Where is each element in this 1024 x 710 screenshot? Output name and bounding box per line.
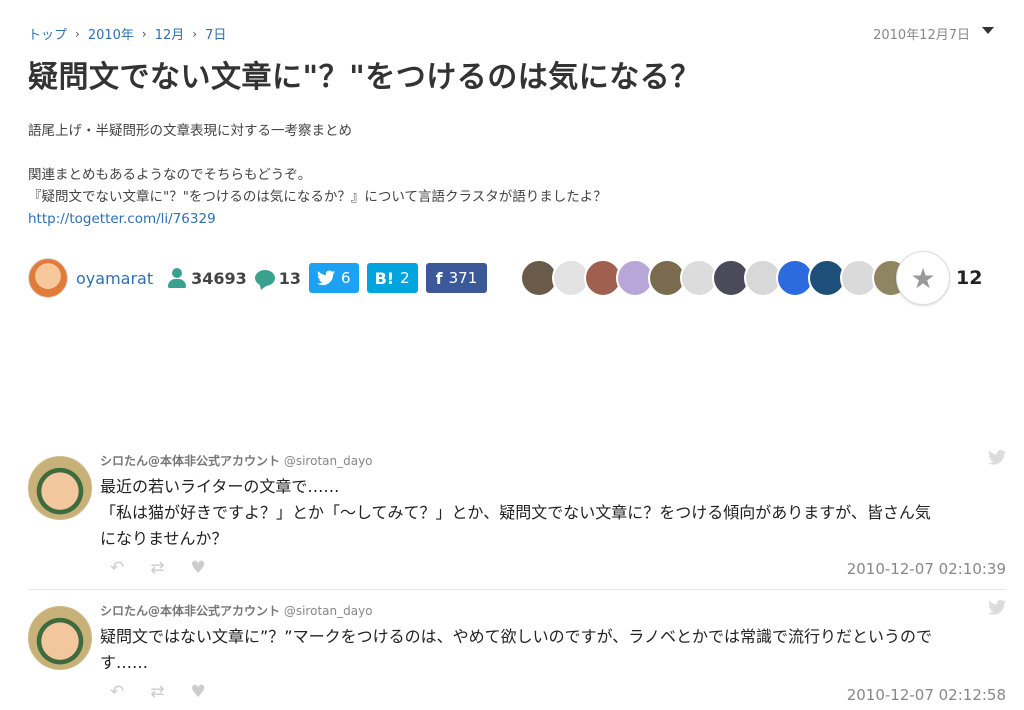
tweet-line: 最近の若いライターの文章で…… (100, 477, 340, 496)
tweet-timestamp[interactable]: 2010-12-07 02:10:39 (847, 560, 1006, 578)
header-date: 2010年12月7日 (873, 28, 970, 43)
tweet-body: 疑問文ではない文章に”？”マークをつけるのは、やめて欲しいのですが、ラノベとかで… (100, 624, 1006, 676)
author-name[interactable]: oyamarat (76, 269, 153, 288)
hatena-logo: B! (374, 268, 395, 288)
breadcrumb-home[interactable]: トップ (28, 24, 67, 43)
tweet-actions: ↶ ⇄ ♥ (110, 682, 206, 702)
reply-icon[interactable]: ↶ (110, 682, 124, 702)
comment-count-value: 13 (278, 268, 302, 288)
tweet-line: す…… (100, 653, 149, 672)
twitter-share-button[interactable]: 6 (309, 263, 359, 293)
twitter-bird-icon[interactable] (988, 600, 1006, 619)
tweet-line: 「私は猫が好きですよ？」とか「〜してみて？」とか、疑問文でない文章に？をつける傾… (100, 503, 931, 522)
description: 語尾上げ・半疑問形の文章表現に対する一考察まとめ 関連まとめもあるようなのでそち… (28, 120, 988, 230)
reply-icon[interactable]: ↶ (110, 558, 124, 578)
caret-down-icon[interactable] (982, 27, 994, 34)
tweet-handle[interactable]: @sirotan_dayo (284, 454, 373, 468)
view-count: 34693 (167, 268, 247, 288)
comment-count[interactable]: 13 (254, 268, 302, 288)
tweet: シロたん@本体非公式アカウント @sirotan_dayo 疑問文ではない文章に… (28, 600, 1006, 708)
favorites-row: ★ 12 (520, 251, 983, 305)
hatena-bookmark-button[interactable]: B! 2 (366, 263, 418, 293)
tweet-avatar[interactable] (28, 456, 92, 520)
hatena-count: 2 (400, 269, 410, 287)
breadcrumb: トップ › 2010年 › 12月 › 7日 (28, 24, 226, 44)
tweet-actions: ↶ ⇄ ♥ (110, 558, 206, 578)
tweet-display-name[interactable]: シロたん@本体非公式アカウント (100, 454, 280, 468)
description-line: 関連まとめもあるようなのでそちらもどうぞ。 (28, 167, 312, 183)
twitter-bird-icon (317, 270, 336, 286)
tweet-display-name[interactable]: シロたん@本体非公式アカウント (100, 604, 280, 618)
favorite-avatars (520, 259, 910, 297)
chevron-right-icon: › (75, 26, 80, 41)
like-icon[interactable]: ♥ (191, 558, 206, 578)
tweet-header: シロたん@本体非公式アカウント @sirotan_dayo (100, 602, 373, 619)
facebook-share-button[interactable]: f 371 (425, 263, 488, 293)
author-avatar[interactable] (28, 258, 68, 298)
view-count-value: 34693 (191, 268, 247, 288)
retweet-icon[interactable]: ⇄ (150, 682, 164, 702)
chevron-right-icon: › (141, 26, 147, 41)
favorite-count: 12 (956, 267, 983, 289)
meta-row: oyamarat 34693 13 6 B! 2 f 371 (28, 258, 488, 298)
like-icon[interactable]: ♥ (191, 682, 206, 702)
breadcrumb-month[interactable]: 12月 (155, 24, 185, 43)
retweet-icon[interactable]: ⇄ (150, 558, 164, 578)
related-link[interactable]: http://togetter.com/li/76329 (28, 211, 216, 227)
tweet-header: シロたん@本体非公式アカウント @sirotan_dayo (100, 452, 373, 469)
tweet-line: になりませんか？ (100, 529, 228, 548)
facebook-count: 371 (448, 269, 478, 287)
breadcrumb-year[interactable]: 2010年 (88, 24, 134, 43)
tweet: シロたん@本体非公式アカウント @sirotan_dayo 最近の若いライターの… (28, 450, 1006, 580)
tweet-avatar[interactable] (28, 606, 92, 670)
twitter-count: 6 (341, 269, 351, 287)
page-title: 疑問文でない文章に"？"をつけるのは気になる？ (28, 60, 701, 95)
description-line: 語尾上げ・半疑問形の文章表現に対する一考察まとめ (28, 123, 352, 139)
person-icon (167, 268, 187, 288)
facebook-logo: f (435, 268, 443, 288)
chevron-right-icon: › (192, 26, 198, 41)
tweet-handle[interactable]: @sirotan_dayo (284, 604, 373, 618)
divider (28, 589, 1006, 590)
tweet-body: 最近の若いライターの文章で…… 「私は猫が好きですよ？」とか「〜してみて？」とか… (100, 474, 1006, 552)
star-icon[interactable]: ★ (896, 251, 950, 305)
comment-icon (254, 270, 275, 286)
breadcrumb-day[interactable]: 7日 (205, 24, 226, 43)
twitter-bird-icon[interactable] (988, 450, 1006, 469)
tweet-timestamp[interactable]: 2010-12-07 02:12:58 (847, 686, 1006, 704)
tweet-line: 疑問文ではない文章に”？”マークをつけるのは、やめて欲しいのですが、ラノベとかで… (100, 627, 932, 646)
description-line: 『疑問文でない文章に"？"をつけるのは気になるか？』について言語クラスタが語りま… (28, 189, 607, 205)
